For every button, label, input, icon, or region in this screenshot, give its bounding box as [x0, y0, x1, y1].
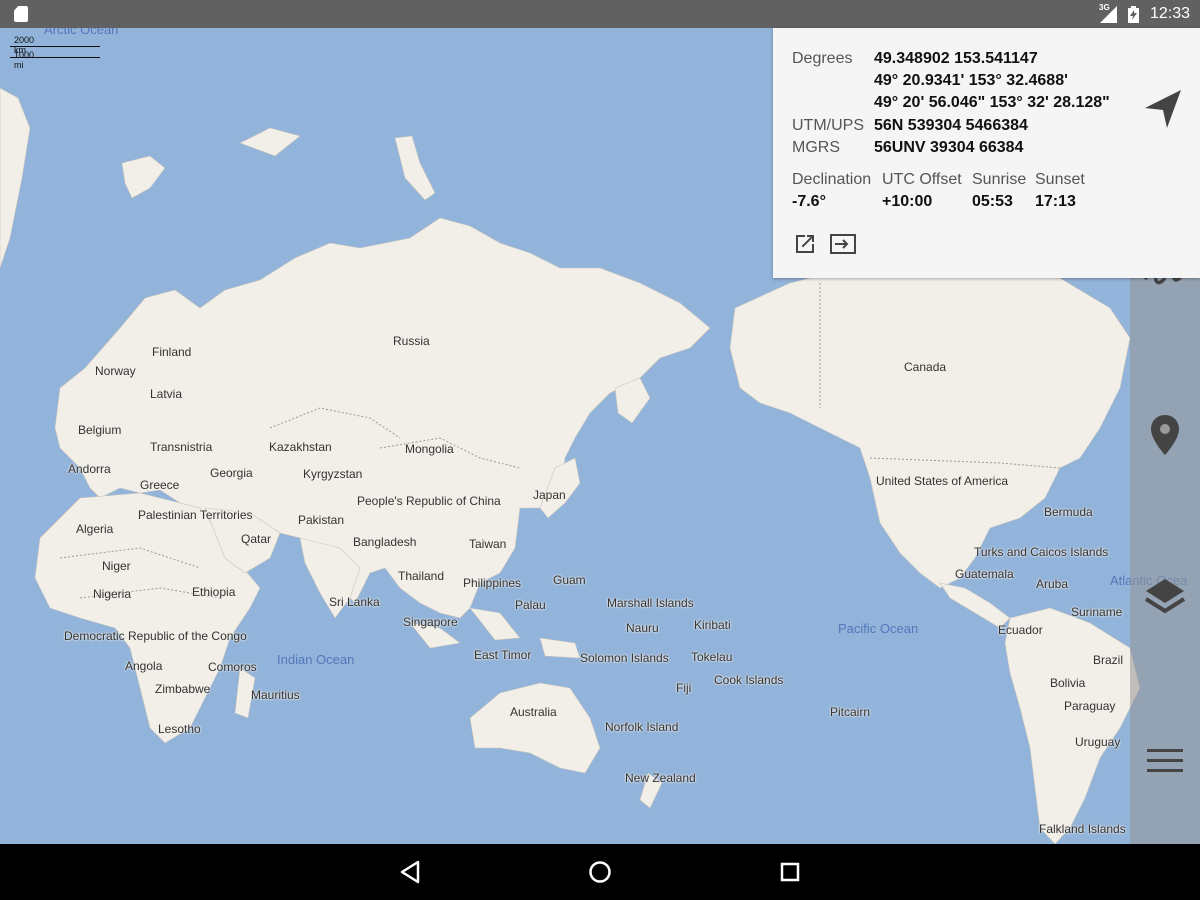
signal-icon [1100, 6, 1117, 23]
map-label: Mauritius [251, 688, 300, 702]
menu-icon[interactable] [1140, 736, 1190, 786]
declination-label: Declination [792, 171, 872, 188]
map-label: Algeria [76, 522, 114, 536]
mgrs-label: MGRS [792, 139, 840, 156]
degrees-decimal: 49.348902 153.541147 [874, 50, 1038, 67]
degrees-label: Degrees [792, 50, 853, 67]
map-label: Nauru [626, 621, 659, 635]
map-label: United States of America [876, 474, 1009, 488]
map-label: Turks and Caicos Islands [974, 545, 1109, 559]
map-label: Thailand [398, 569, 445, 583]
map-label: Bermuda [1044, 505, 1093, 519]
status-bar: 3G 12:33 [0, 0, 1200, 28]
map-label: Arctic Ocean [44, 28, 119, 37]
map-label: Andorra [68, 462, 111, 476]
utm-label: UTM/UPS [792, 117, 864, 134]
sd-card-icon [14, 6, 28, 22]
map-label: Comoros [208, 660, 257, 674]
map-label: Sri Lanka [329, 595, 380, 609]
map-label: Greece [140, 478, 180, 492]
sunrise-value: 05:53 [972, 193, 1013, 210]
map-label: Ecuador [998, 623, 1043, 637]
copy-to-icon[interactable] [829, 232, 857, 256]
map-label: Niger [102, 559, 131, 573]
map-label: Paraguay [1064, 699, 1116, 713]
map-label: Kazakhstan [269, 440, 332, 454]
map-label: People's Republic of China [357, 494, 501, 508]
map-label: Guatemala [955, 567, 1014, 581]
coordinate-info-panel: Degrees 49.348902 153.541147 49° 20.9341… [773, 28, 1200, 278]
map-label: Angola [125, 659, 163, 673]
navigate-arrow-icon[interactable] [1143, 88, 1183, 130]
map-label: Nigeria [93, 587, 132, 601]
recents-icon[interactable] [776, 858, 804, 886]
map-label: Zimbabwe [155, 682, 211, 696]
location-pin-icon[interactable] [1140, 409, 1190, 459]
layers-icon[interactable] [1140, 571, 1190, 621]
map-label: Brazil [1093, 653, 1124, 667]
map-label: Finland [152, 345, 192, 359]
map-label: Bolivia [1050, 676, 1086, 690]
map-label: Norfolk Island [605, 720, 679, 734]
degrees-minutes: 49° 20.9341' 153° 32.4688' [874, 72, 1068, 89]
open-external-icon[interactable] [793, 232, 817, 256]
map-tools-rail [1130, 191, 1200, 844]
declination-value: -7.6° [792, 193, 826, 210]
system-nav-bar [0, 844, 1200, 900]
map-label: Georgia [210, 466, 253, 480]
map-label: Kyrgyzstan [303, 467, 363, 481]
map-label: New Zealand [625, 771, 696, 785]
map-label: Belgium [78, 423, 122, 437]
map-label: Pacific Ocean [838, 621, 919, 636]
map-label: Pakistan [298, 513, 345, 527]
home-icon[interactable] [586, 858, 614, 886]
map-label: Marshall Islands [607, 596, 694, 610]
map-label: Mongolia [405, 442, 454, 456]
map-label: Taiwan [469, 537, 507, 551]
map-label: Falkland Islands [1039, 822, 1126, 836]
mgrs-value: 56UNV 39304 66384 [874, 139, 1024, 156]
sunset-label: Sunset [1035, 171, 1085, 188]
map-label: Democratic Republic of the Congo [64, 629, 247, 643]
map-label: Latvia [150, 387, 183, 401]
map-label: Solomon Islands [580, 651, 669, 665]
map-label: Palestinian Territories [138, 508, 253, 522]
sunset-value: 17:13 [1035, 193, 1076, 210]
map-label: Ethiopia [192, 585, 236, 599]
map-label: Singapore [403, 615, 458, 629]
map-label: Russia [393, 334, 430, 348]
sunrise-label: Sunrise [972, 171, 1027, 188]
utc-offset-value: +10:00 [882, 193, 933, 210]
map-label: East Timor [474, 648, 532, 662]
map-label: Cook Islands [714, 673, 784, 687]
degrees-seconds: 49° 20' 56.046" 153° 32' 28.128" [874, 94, 1110, 111]
utm-value: 56N 539304 5466384 [874, 117, 1028, 134]
map-label: Pitcairn [830, 705, 871, 719]
map-label: Aruba [1036, 577, 1069, 591]
map-label: Guam [553, 573, 586, 587]
map-label: Australia [510, 705, 557, 719]
scale-mi: 1000 mi [14, 50, 35, 70]
battery-icon [1128, 6, 1139, 23]
map-label: Tokelau [691, 650, 733, 664]
map-label: Fiji [676, 681, 692, 695]
map-label: Japan [533, 488, 566, 502]
map-label: Indian Ocean [277, 652, 355, 667]
map-label: Palau [515, 598, 546, 612]
map-label: Uruguay [1075, 735, 1121, 749]
back-icon[interactable] [396, 858, 424, 886]
clock: 12:33 [1150, 5, 1191, 22]
map-label: Canada [904, 360, 947, 374]
map-label: Transnistria [150, 440, 213, 454]
map-label: Qatar [241, 532, 272, 546]
map-label: Lesotho [158, 722, 201, 736]
utc-offset-label: UTC Offset [882, 171, 962, 188]
map-label: Kiribati [694, 618, 731, 632]
map-label: Suriname [1071, 605, 1123, 619]
map-label: Norway [95, 364, 136, 378]
map-label: Philippines [463, 576, 522, 590]
map-label: Bangladesh [353, 535, 417, 549]
